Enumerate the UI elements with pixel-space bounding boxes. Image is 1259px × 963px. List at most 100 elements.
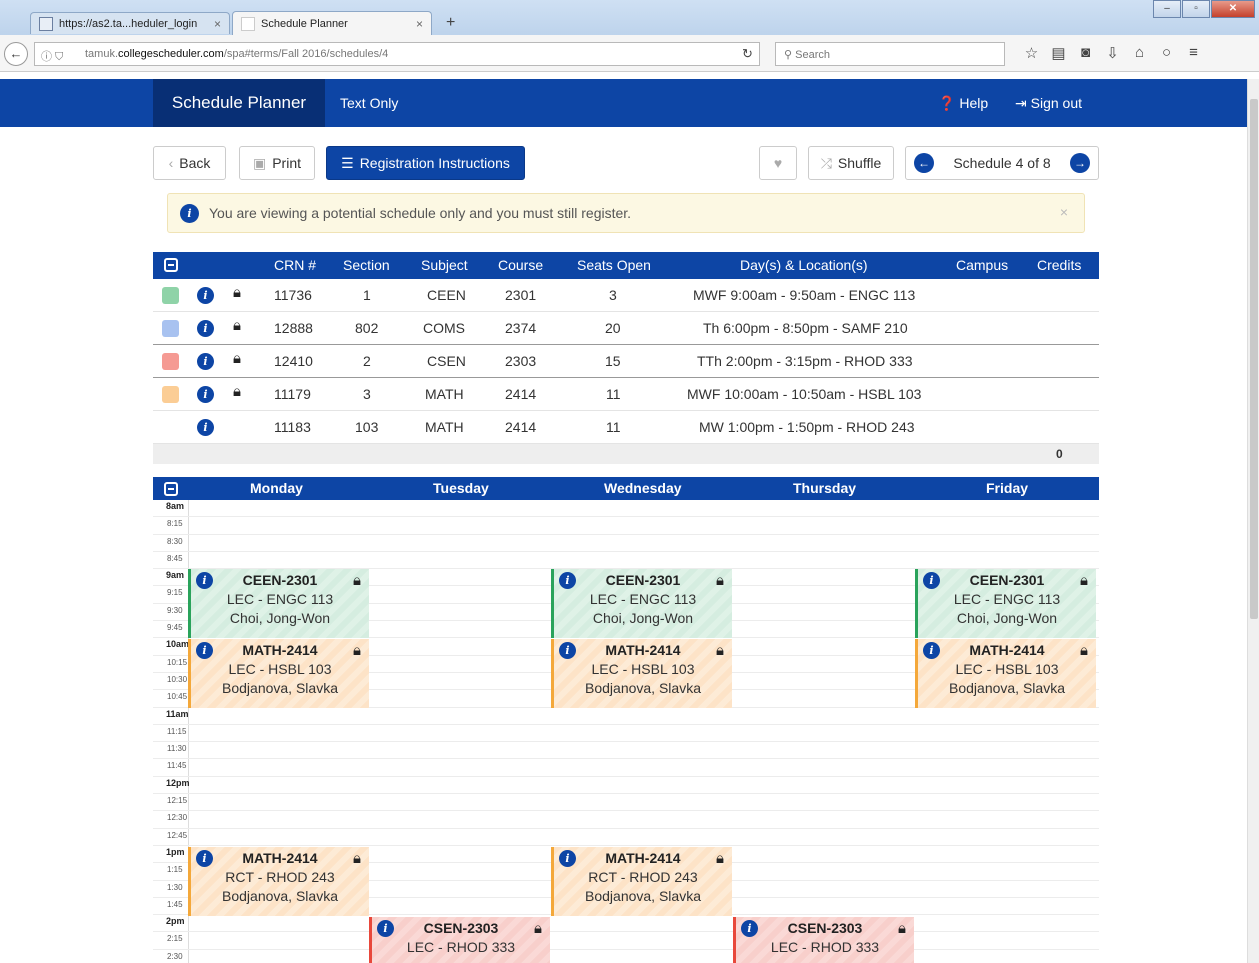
- page-scrollbar[interactable]: [1247, 79, 1259, 963]
- time-slot[interactable]: 8:15: [153, 517, 1099, 535]
- lock-icon[interactable]: 🔒︎: [898, 919, 906, 938]
- close-tab-icon[interactable]: ×: [416, 17, 423, 31]
- time-slot[interactable]: 11:30: [153, 742, 1099, 760]
- close-alert-icon[interactable]: ×: [1060, 204, 1068, 220]
- info-icon[interactable]: i: [197, 386, 214, 403]
- pocket-icon[interactable]: ◙: [1072, 44, 1099, 62]
- time-slot[interactable]: 8:45: [153, 552, 1099, 570]
- app-brand[interactable]: Schedule Planner: [153, 79, 325, 127]
- info-icon[interactable]: i: [196, 642, 213, 659]
- course-color-swatch[interactable]: [162, 320, 179, 337]
- back-button[interactable]: ‹ Back: [153, 146, 226, 180]
- calendar-event[interactable]: i 🔒︎ MATH-2414 LEC - HSBL 103 Bodjanova, …: [188, 639, 369, 708]
- shuffle-button[interactable]: ⤮ Shuffle: [808, 146, 894, 180]
- time-slot[interactable]: 12:45: [153, 829, 1099, 846]
- calendar-event[interactable]: i 🔒︎ CSEN-2303 LEC - RHOD 333: [733, 917, 914, 963]
- calendar-event[interactable]: i 🔒︎ MATH-2414 RCT - RHOD 243 Bodjanova, …: [188, 847, 369, 916]
- browser-tab-schedule-planner[interactable]: Schedule Planner ×: [232, 11, 432, 35]
- scrollbar-thumb[interactable]: [1250, 99, 1258, 619]
- time-slot[interactable]: 8:30: [153, 535, 1099, 552]
- lock-icon[interactable]: 🔒︎: [716, 571, 724, 590]
- info-icon[interactable]: i: [559, 850, 576, 867]
- time-slot[interactable]: 11:45: [153, 759, 1099, 777]
- lock-icon[interactable]: 🔒︎: [534, 919, 542, 938]
- lock-icon[interactable]: 🔒︎: [353, 571, 361, 590]
- info-icon[interactable]: i: [741, 920, 758, 937]
- time-slot[interactable]: 8am: [153, 500, 1099, 518]
- table-row[interactable]: i 11183 103 MATH 2414 11 MW 1:00pm - 1:5…: [153, 411, 1099, 444]
- close-tab-icon[interactable]: ×: [214, 17, 221, 31]
- bookmark-star-icon[interactable]: ☆: [1018, 44, 1045, 62]
- lock-icon[interactable]: 🔒︎: [233, 383, 241, 400]
- sign-out-link[interactable]: ⇥ Sign out: [1015, 79, 1082, 127]
- table-row[interactable]: i 🔒︎ 11736 1 CEEN 2301 3 MWF 9:00am - 9:…: [153, 279, 1099, 312]
- calendar-event[interactable]: i 🔒︎ CEEN-2301 LEC - ENGC 113 Choi, Jong-…: [915, 569, 1096, 638]
- previous-schedule-icon[interactable]: ←: [914, 153, 934, 173]
- info-icon[interactable]: i: [197, 353, 214, 370]
- info-icon[interactable]: i: [559, 572, 576, 589]
- lock-icon[interactable]: 🔒︎: [1080, 571, 1088, 590]
- calendar-event[interactable]: i 🔒︎ CEEN-2301 LEC - ENGC 113 Choi, Jong-…: [551, 569, 732, 638]
- time-slot[interactable]: 12:15: [153, 794, 1099, 812]
- info-icon[interactable]: i: [196, 850, 213, 867]
- info-icon[interactable]: i: [197, 320, 214, 337]
- registration-instructions-button[interactable]: ☰ Registration Instructions: [326, 146, 525, 180]
- calendar-event[interactable]: i 🔒︎ MATH-2414 RCT - RHOD 243 Bodjanova, …: [551, 847, 732, 916]
- info-icon[interactable]: i: [923, 642, 940, 659]
- close-window-icon[interactable]: ✕: [1211, 0, 1255, 18]
- site-info-icon[interactable]: ⓘ ⛉: [41, 48, 63, 64]
- time-slot[interactable]: 12pm: [153, 777, 1099, 795]
- lock-icon[interactable]: 🔒︎: [233, 350, 241, 367]
- text-only-link[interactable]: Text Only: [340, 79, 398, 127]
- time-slot[interactable]: 2pm: [153, 915, 1099, 933]
- lock-icon[interactable]: 🔒︎: [1080, 641, 1088, 660]
- lock-icon[interactable]: 🔒︎: [233, 284, 241, 301]
- help-link[interactable]: ❓ Help: [938, 79, 988, 127]
- info-icon[interactable]: i: [377, 920, 394, 937]
- table-row[interactable]: i 🔒︎ 12410 2 CSEN 2303 15 TTh 2:00pm - 3…: [153, 345, 1099, 378]
- bookmarks-menu-icon[interactable]: ▤: [1045, 44, 1072, 62]
- home-icon[interactable]: ⌂: [1126, 44, 1153, 62]
- course-color-swatch[interactable]: [162, 386, 179, 403]
- info-icon[interactable]: i: [197, 419, 214, 436]
- chat-icon[interactable]: ○: [1153, 44, 1180, 62]
- time-slot[interactable]: 11am: [153, 708, 1099, 725]
- table-row[interactable]: i 🔒︎ 12888 802 COMS 2374 20 Th 6:00pm - …: [153, 312, 1099, 345]
- lock-icon[interactable]: 🔒︎: [353, 849, 361, 868]
- calendar-event[interactable]: i 🔒︎ CSEN-2303 LEC - RHOD 333: [369, 917, 550, 963]
- maximize-icon[interactable]: ▫: [1182, 0, 1210, 18]
- course-color-swatch[interactable]: [162, 287, 179, 304]
- calendar-event[interactable]: i 🔒︎ MATH-2414 LEC - HSBL 103 Bodjanova, …: [551, 639, 732, 708]
- calendar-event[interactable]: i 🔒︎ MATH-2414 LEC - HSBL 103 Bodjanova, …: [915, 639, 1096, 708]
- collapse-icon[interactable]: [164, 258, 178, 272]
- table-row[interactable]: i 🔒︎ 11179 3 MATH 2414 11 MWF 10:00am - …: [153, 378, 1099, 411]
- new-tab-icon[interactable]: +: [446, 14, 455, 32]
- info-icon[interactable]: i: [923, 572, 940, 589]
- time-slot[interactable]: 2:30: [153, 950, 1099, 963]
- course-color-swatch[interactable]: [162, 353, 179, 370]
- lock-icon[interactable]: 🔒︎: [716, 849, 724, 868]
- favorite-button[interactable]: ♥: [759, 146, 797, 180]
- lock-icon[interactable]: 🔒︎: [716, 641, 724, 660]
- info-icon[interactable]: i: [196, 572, 213, 589]
- collapse-icon[interactable]: [164, 482, 178, 496]
- print-button[interactable]: ▣ Print: [239, 146, 315, 180]
- calendar-event[interactable]: i 🔒︎ CEEN-2301 LEC - ENGC 113 Choi, Jong-…: [188, 569, 369, 638]
- back-arrow-icon[interactable]: ←: [4, 42, 28, 66]
- info-icon[interactable]: i: [559, 642, 576, 659]
- downloads-icon[interactable]: ⇩: [1099, 44, 1126, 62]
- address-bar[interactable]: ⓘ ⛉ tamuk.collegescheduler.com/spa#terms…: [34, 42, 760, 66]
- minimize-icon[interactable]: –: [1153, 0, 1181, 18]
- lock-icon[interactable]: 🔒︎: [353, 641, 361, 660]
- time-slot[interactable]: 2:15: [153, 932, 1099, 950]
- lock-icon[interactable]: 🔒︎: [233, 317, 241, 334]
- menu-icon[interactable]: ≡: [1180, 44, 1207, 62]
- reload-icon[interactable]: ↻: [742, 46, 753, 62]
- time-slot[interactable]: 11:15: [153, 725, 1099, 743]
- search-input[interactable]: ⚲ Search: [775, 42, 1005, 66]
- cell-section: 2: [363, 353, 371, 369]
- browser-tab-login[interactable]: https://as2.ta...heduler_login ×: [30, 12, 230, 34]
- info-icon[interactable]: i: [197, 287, 214, 304]
- next-schedule-icon[interactable]: →: [1069, 153, 1090, 173]
- time-slot[interactable]: 12:30: [153, 811, 1099, 829]
